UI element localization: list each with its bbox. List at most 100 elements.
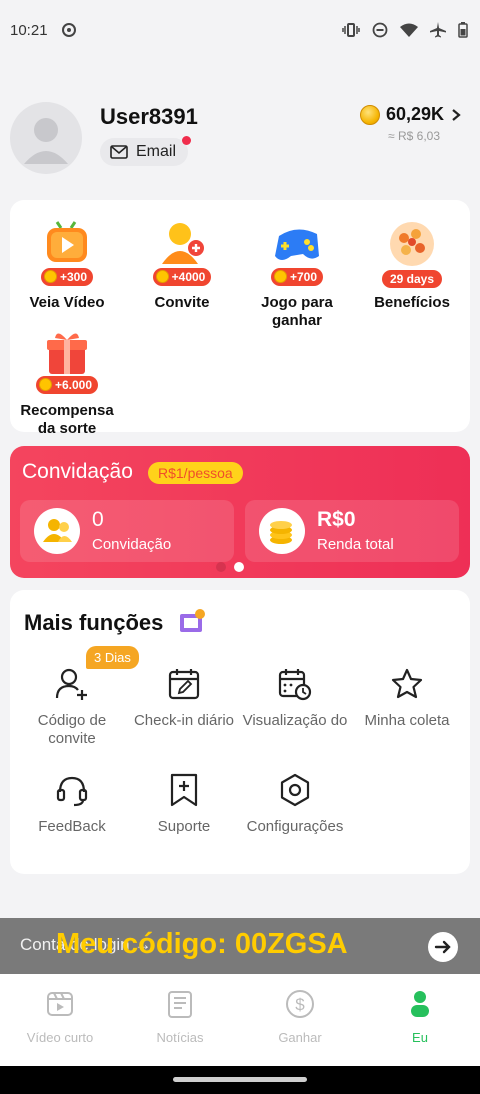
system-nav-bar (0, 1066, 480, 1094)
tab-label: Ganhar (278, 1030, 322, 1045)
coin-icon (273, 270, 287, 283)
task-badge: +300 (40, 267, 94, 286)
dollar-coin-icon: $ (284, 988, 316, 1020)
balance[interactable]: 60,29K ≈ R$ 6,03 (359, 104, 462, 143)
profile-header: User8391 Email 60,29K ≈ R$ 6,03 (10, 100, 470, 180)
home-handle[interactable] (173, 1077, 307, 1082)
function-label: Código de convite (37, 712, 107, 747)
username: User8391 (100, 104, 198, 129)
bookmark-plus-icon (166, 772, 202, 808)
mail-icon (110, 145, 128, 159)
view-history-item[interactable]: Visualização do (240, 666, 350, 730)
tab-short-video[interactable]: Vídeo curto (0, 988, 120, 1045)
calendar-clock-icon (277, 666, 313, 702)
arrow-right-icon (434, 940, 451, 954)
wifi-icon (400, 23, 418, 37)
function-label: FeedBack (38, 818, 106, 835)
tab-label: Notícias (156, 1030, 204, 1045)
calendar-edit-icon (166, 666, 202, 702)
hexagon-gear-icon (277, 772, 313, 808)
task-badge: 29 days (381, 270, 443, 288)
newspaper-icon (164, 988, 196, 1020)
airplane-icon (430, 22, 446, 38)
invite-count-value: 0 (92, 508, 104, 531)
task-label: Convite (154, 294, 210, 311)
invite-count-caption: Convidação (92, 536, 172, 553)
video-play-icon (41, 218, 93, 270)
more-functions-card: Mais funções 3 Dias Código de convite Ch… (10, 590, 470, 874)
feedback-item[interactable]: FeedBack (17, 772, 127, 836)
svg-text:$: $ (295, 995, 305, 1014)
email-button[interactable]: Email (100, 136, 192, 166)
tab-me[interactable]: Eu (360, 988, 480, 1045)
person-icon (404, 988, 436, 1020)
coin-icon (43, 270, 57, 283)
invite-person-icon (156, 218, 208, 270)
default-avatar-icon (24, 118, 68, 164)
task-badge: +6.000 (35, 375, 99, 394)
status-bar: 10:21 (0, 0, 480, 60)
function-label: Suporte (157, 818, 211, 835)
balance-sub: ≈ R$ 6,03 (388, 129, 440, 143)
income-value: R$0 (317, 508, 356, 531)
gift-box-icon (41, 326, 93, 378)
task-label: Benefícios (374, 294, 450, 311)
status-time: 10:21 (10, 21, 48, 39)
coin-icon (38, 378, 52, 391)
notification-dot (182, 136, 192, 145)
login-bar[interactable]: Conta de login → Meu código: 00ZGSA (0, 918, 480, 974)
battery-icon (458, 22, 468, 38)
tab-label: Eu (412, 1030, 428, 1045)
people-icon (34, 508, 80, 554)
bottom-tab-bar: Vídeo curto Notícias $ Ganhar Eu (0, 974, 480, 1066)
invite-title: Convidação (22, 460, 133, 483)
function-label: Visualização do (242, 712, 348, 729)
task-invite[interactable]: +4000 Convite (127, 218, 237, 312)
task-lucky-reward[interactable]: +6.000 Recompensa da sorte (12, 326, 122, 438)
clapper-icon (44, 988, 76, 1020)
arrow-right-button[interactable] (428, 932, 458, 962)
tasks-card: +300 Veia Vídeo +4000 Convite +700 Jogo … (10, 200, 470, 437)
tab-earn[interactable]: $ Ganhar (240, 988, 360, 1045)
coin-icon (359, 104, 380, 125)
task-label: Veia Vídeo (29, 294, 105, 311)
function-label: Minha coleta (364, 712, 450, 729)
avatar[interactable] (10, 102, 82, 174)
invite-stat-count[interactable]: 0 Convidação (20, 500, 234, 562)
star-icon (389, 666, 425, 702)
more-functions-title: Mais funções (24, 608, 206, 636)
checkin-item[interactable]: Check-in diário (129, 666, 239, 730)
vibrate-icon (342, 23, 360, 37)
carousel-dot-active[interactable] (234, 562, 244, 572)
settings-item[interactable]: Configurações (240, 772, 350, 836)
tab-label: Vídeo curto (26, 1030, 94, 1045)
invite-banner[interactable]: Convidação R$1/pessoa 0 Convidação R$0 R… (10, 446, 470, 578)
support-item[interactable]: Suporte (129, 772, 239, 836)
headset-icon (54, 772, 90, 808)
chevron-right-icon (452, 108, 461, 121)
task-badge: +4000 (152, 267, 212, 286)
gamepad-icon (271, 218, 323, 270)
task-watch-video[interactable]: +300 Veia Vídeo (12, 218, 122, 312)
tab-news[interactable]: Notícias (120, 988, 240, 1045)
task-badge: +700 (270, 267, 324, 286)
dnd-icon (372, 22, 388, 38)
invite-reward-pill: R$1/pessoa (148, 462, 243, 484)
coin-icon (155, 270, 169, 283)
status-icons (342, 22, 468, 38)
function-label: Check-in diário (133, 712, 235, 729)
task-game[interactable]: +700 Jogo para ganhar (242, 218, 352, 330)
task-label: Recompensa da sorte (20, 402, 114, 437)
carousel-dot[interactable] (216, 562, 226, 572)
sync-icon (61, 23, 76, 37)
my-collection-item[interactable]: Minha coleta (352, 666, 462, 730)
carousel-dots (216, 562, 244, 572)
invite-stat-income[interactable]: R$0 Renda total (245, 500, 459, 562)
invite-code-item[interactable]: Código de convite (17, 666, 127, 748)
task-label: Jogo para ganhar (261, 294, 333, 329)
coins-stack-icon (259, 508, 305, 554)
function-label: Configurações (246, 818, 344, 835)
task-benefits[interactable]: 29 days Benefícios (357, 218, 467, 312)
referral-code-overlay: Meu código: 00ZGSA (56, 928, 348, 960)
income-caption: Renda total (317, 536, 394, 553)
